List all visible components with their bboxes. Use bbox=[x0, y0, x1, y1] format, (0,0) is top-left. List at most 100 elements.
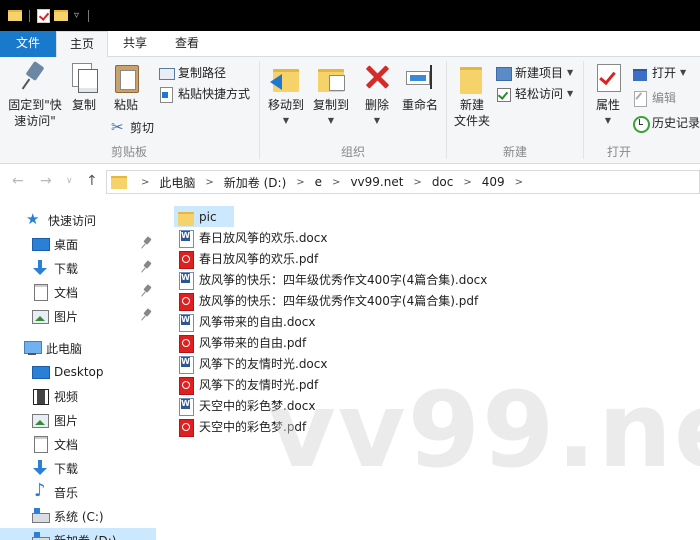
cut-button[interactable]: 剪切 bbox=[110, 117, 155, 138]
breadcrumb-409[interactable]: 409 bbox=[482, 175, 505, 189]
pin-icon bbox=[142, 261, 152, 273]
tab-view[interactable]: 查看 bbox=[164, 31, 210, 57]
breadcrumb-chevron-icon[interactable]: > bbox=[296, 177, 304, 188]
paste-shortcut-button[interactable]: 粘贴快捷方式 bbox=[158, 84, 250, 104]
download-icon bbox=[32, 460, 48, 476]
breadcrumb-vv99[interactable]: vv99.net bbox=[350, 175, 403, 189]
edit-button[interactable]: 编辑 bbox=[632, 88, 676, 108]
breadcrumb-doc[interactable]: doc bbox=[432, 175, 454, 189]
history-icon bbox=[632, 115, 650, 133]
paste-shortcut-label: 粘贴快捷方式 bbox=[178, 87, 251, 101]
sidebar-item-downloads[interactable]: 下载 bbox=[0, 256, 156, 280]
tab-home[interactable]: 主页 bbox=[56, 31, 108, 58]
list-item[interactable]: 风筝带来的自由.docx bbox=[174, 311, 319, 332]
pin-to-quick-access-button[interactable]: 固定到"快 速访问" bbox=[4, 61, 66, 129]
sidebar-item-music[interactable]: 音乐 bbox=[0, 480, 156, 504]
pictures-icon bbox=[32, 412, 49, 428]
new-item-button[interactable]: 新建项目 ▼ bbox=[495, 63, 573, 83]
sidebar-item-drive-c[interactable]: 系统 (C:) bbox=[0, 504, 156, 528]
copy-to-icon bbox=[315, 61, 347, 93]
address-bar[interactable]: > 此电脑 > 新加卷 (D:) > e > vv99.net > doc > … bbox=[106, 170, 700, 194]
sidebar-item-label: 新加卷 (D:) bbox=[54, 532, 116, 540]
breadcrumb-this-pc[interactable]: 此电脑 bbox=[159, 174, 195, 191]
pictures-icon bbox=[32, 308, 49, 324]
navigation-pane: 快速访问 桌面 下载 文档 图片 此电脑 Desktop 视频 图片 文档 bbox=[0, 200, 156, 540]
sidebar-item-label: 图片 bbox=[54, 413, 79, 428]
paste-button[interactable]: 粘贴 bbox=[106, 61, 146, 113]
move-to-label: 移动到 bbox=[267, 98, 304, 112]
download-icon bbox=[32, 260, 48, 276]
open-button[interactable]: 打开 ▼ bbox=[632, 63, 686, 83]
list-item[interactable]: 春日放风筝的欢乐.docx bbox=[174, 227, 331, 248]
breadcrumb-chevron-icon[interactable]: > bbox=[463, 177, 471, 188]
delete-button[interactable]: 删除 ▼ bbox=[358, 61, 396, 129]
rename-button[interactable]: 重命名 bbox=[398, 61, 442, 113]
list-item[interactable]: 放风筝的快乐：四年级优秀作文400字(4篇合集).docx bbox=[174, 269, 491, 290]
breadcrumb-chevron-icon[interactable]: > bbox=[332, 177, 340, 188]
star-icon bbox=[26, 210, 42, 228]
properties-button[interactable]: 属性 ▼ bbox=[588, 61, 628, 129]
copy-to-button[interactable]: 复制到 ▼ bbox=[308, 61, 354, 129]
sidebar-item-label: 音乐 bbox=[54, 485, 79, 500]
sidebar-item-drive-d[interactable]: 新加卷 (D:) bbox=[0, 528, 156, 540]
rename-icon bbox=[404, 61, 436, 93]
tab-share[interactable]: 共享 bbox=[112, 31, 158, 57]
sidebar-item-desktop[interactable]: 桌面 bbox=[0, 232, 156, 256]
video-icon bbox=[32, 388, 49, 405]
pin-icon bbox=[19, 61, 51, 93]
breadcrumb-e[interactable]: e bbox=[315, 175, 322, 189]
recent-locations-chevron-icon[interactable]: ∨ bbox=[66, 176, 73, 186]
sidebar-item-pc-downloads[interactable]: 下载 bbox=[0, 456, 156, 480]
breadcrumb-drive-d[interactable]: 新加卷 (D:) bbox=[224, 174, 286, 191]
clipboard-group-label: 剪贴板 bbox=[110, 145, 147, 159]
paste-label: 粘贴 bbox=[113, 98, 138, 112]
sidebar-item-pictures[interactable]: 图片 bbox=[0, 304, 156, 328]
breadcrumb-chevron-icon[interactable]: > bbox=[515, 177, 523, 188]
sidebar-item-label: 文档 bbox=[54, 285, 79, 300]
new-folder-label-line1: 新建 bbox=[459, 98, 484, 112]
tab-file[interactable]: 文件 bbox=[0, 31, 56, 57]
folder-icon bbox=[178, 209, 194, 226]
list-item[interactable]: 风筝带来的自由.pdf bbox=[174, 332, 310, 353]
history-button[interactable]: 历史记录 bbox=[632, 113, 700, 133]
paste-shortcut-icon bbox=[158, 86, 174, 103]
pdf-icon bbox=[178, 292, 194, 311]
file-name: 春日放风筝的欢乐.docx bbox=[199, 231, 328, 245]
delete-icon bbox=[361, 61, 393, 93]
sidebar-item-quick-access[interactable]: 快速访问 bbox=[0, 208, 156, 232]
breadcrumb-chevron-icon[interactable]: > bbox=[413, 177, 421, 188]
forward-arrow-icon[interactable]: → bbox=[40, 173, 52, 189]
properties-icon bbox=[592, 61, 624, 93]
pin-icon bbox=[142, 309, 152, 321]
back-arrow-icon[interactable]: ← bbox=[12, 173, 24, 189]
sidebar-item-pc-desktop[interactable]: Desktop bbox=[0, 360, 156, 384]
sidebar-item-documents[interactable]: 文档 bbox=[0, 280, 156, 304]
copy-path-label: 复制路径 bbox=[178, 66, 227, 80]
pdf-icon bbox=[178, 250, 194, 269]
easy-access-button[interactable]: 轻松访问 ▼ bbox=[495, 84, 573, 104]
new-folder-button[interactable]: 新建 文件夹 bbox=[451, 61, 493, 129]
list-item[interactable]: 放风筝的快乐：四年级优秀作文400字(4篇合集).pdf bbox=[174, 290, 482, 311]
sidebar-item-pc-documents[interactable]: 文档 bbox=[0, 432, 156, 456]
move-to-button[interactable]: 移动到 ▼ bbox=[264, 61, 308, 129]
new-folder-icon[interactable] bbox=[54, 10, 68, 21]
breadcrumb-chevron-icon[interactable]: > bbox=[205, 177, 213, 188]
copy-icon bbox=[68, 61, 100, 93]
properties-icon[interactable] bbox=[37, 8, 50, 23]
sidebar-item-this-pc[interactable]: 此电脑 bbox=[0, 336, 156, 360]
list-item[interactable]: 春日放风筝的欢乐.pdf bbox=[174, 248, 322, 269]
list-item[interactable]: pic bbox=[174, 206, 234, 227]
cut-label: 剪切 bbox=[130, 121, 155, 135]
sidebar-item-videos[interactable]: 视频 bbox=[0, 384, 156, 408]
documents-icon bbox=[32, 284, 48, 301]
organize-group: 移动到 ▼ 复制到 ▼ 删除 ▼ 重命名 组织 bbox=[260, 57, 446, 164]
move-to-icon bbox=[270, 61, 302, 93]
edit-label: 编辑 bbox=[652, 91, 677, 105]
copy-path-button[interactable]: 复制路径 bbox=[158, 63, 226, 83]
copy-button[interactable]: 复制 bbox=[66, 61, 102, 113]
pin-label-line2: 速访问" bbox=[14, 114, 56, 128]
breadcrumb-chevron-icon[interactable]: > bbox=[141, 177, 149, 188]
chevron-down-icon[interactable]: ▿ bbox=[74, 10, 79, 21]
sidebar-item-pc-pictures[interactable]: 图片 bbox=[0, 408, 156, 432]
up-arrow-icon[interactable]: ↑ bbox=[86, 173, 98, 189]
